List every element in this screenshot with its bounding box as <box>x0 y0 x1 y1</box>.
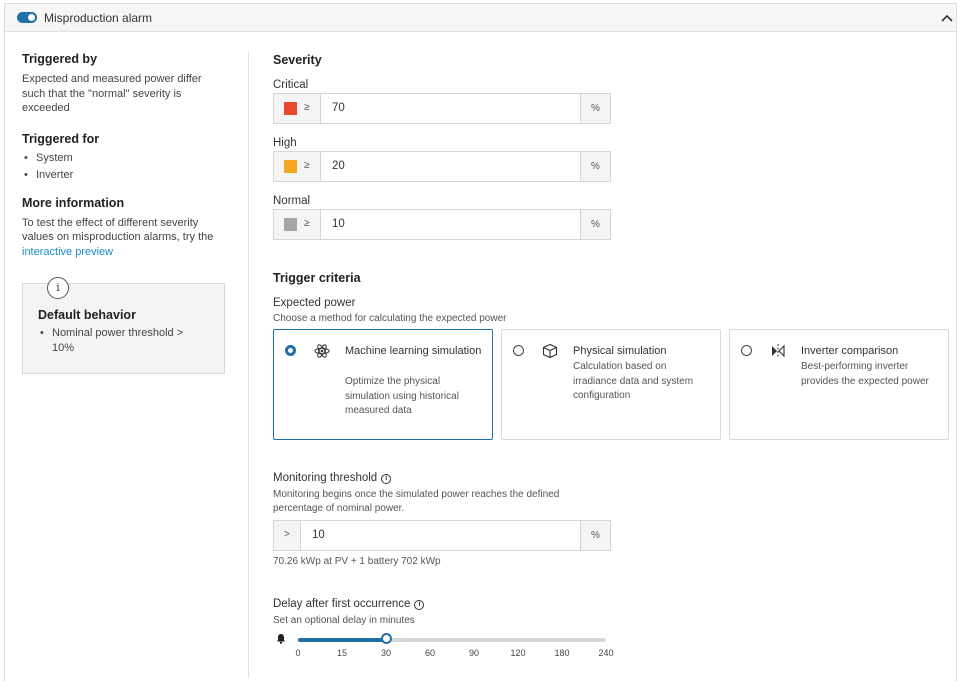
expected-power-label: Expected power <box>273 297 356 309</box>
radio-inverter-comparison[interactable] <box>741 345 752 356</box>
more-info-title: More information <box>22 195 125 210</box>
unit-label: % <box>580 94 610 123</box>
critical-color-swatch <box>284 102 297 115</box>
delay-slider-track[interactable] <box>298 638 606 642</box>
more-info-text: To test the effect of different severity… <box>22 216 214 258</box>
triggered-by-title: Triggered by <box>22 52 98 66</box>
operator-label: ≥ <box>304 102 310 113</box>
delay-label: Delay after first occurrence i <box>273 598 425 610</box>
bell-icon <box>277 634 285 644</box>
input-value[interactable]: 20 <box>332 160 345 172</box>
inverter-compare-icon <box>772 344 785 358</box>
operator-label: ≥ <box>304 160 310 171</box>
panel-title: Misproduction alarm <box>44 11 153 25</box>
method-desc: Calculation based on irradiance data and… <box>573 361 694 401</box>
slider-tick-label: 30 <box>380 648 392 658</box>
delay-slider-fill <box>298 638 386 642</box>
method-card-inverter-comparison[interactable]: Inverter comparison Best-performing inve… <box>729 329 949 440</box>
expected-power-hint: Choose a method for calculating the expe… <box>273 313 507 324</box>
trigger-criteria-title: Trigger criteria <box>273 271 361 285</box>
input-value[interactable]: 70 <box>332 102 345 114</box>
monitoring-capacity-note: 70.26 kWp at PV + 1 battery 702 kWp <box>273 556 441 567</box>
slider-tick-label: 15 <box>336 648 348 658</box>
alarm-toggle[interactable] <box>17 12 37 23</box>
severity-normal-input[interactable]: ≥ 10 % <box>273 209 611 240</box>
operator-label: ≥ <box>304 218 310 229</box>
atom-icon <box>314 344 330 358</box>
severity-title: Severity <box>273 53 322 67</box>
method-title: Physical simulation <box>573 345 667 357</box>
severity-critical-input[interactable]: ≥ 70 % <box>273 93 611 124</box>
panel-header[interactable]: Misproduction alarm <box>5 4 956 32</box>
info-icon[interactable]: i <box>381 474 392 484</box>
delay-hint: Set an optional delay in minutes <box>273 615 415 626</box>
method-desc: Best-performing inverter provides the ex… <box>801 361 929 387</box>
input-value[interactable]: 10 <box>332 218 345 230</box>
default-behavior-title: Default behavior <box>38 308 136 322</box>
info-icon[interactable]: i <box>414 600 425 610</box>
severity-normal-label: Normal <box>273 195 311 207</box>
unit-label: % <box>580 152 610 181</box>
triggered-for-list: System Inverter <box>22 150 232 184</box>
chevron-up-icon[interactable] <box>940 12 954 24</box>
slider-tick-label: 180 <box>554 648 570 658</box>
column-divider <box>248 52 249 678</box>
cube-icon <box>542 343 558 359</box>
slider-tick-label: 60 <box>424 648 436 658</box>
monitoring-threshold-hint: Monitoring begins once the simulated pow… <box>273 489 560 514</box>
method-title: Machine learning simulation <box>345 345 482 357</box>
slider-tick-label: 0 <box>295 648 301 658</box>
slider-tick-label: 240 <box>598 648 614 658</box>
list-item: Inverter <box>22 167 232 184</box>
list-item: System <box>22 150 232 167</box>
severity-high-label: High <box>273 137 297 149</box>
default-behavior-box: i Default behavior Nominal power thresho… <box>22 277 225 374</box>
unit-label: % <box>580 210 610 239</box>
severity-critical-label: Critical <box>273 79 309 91</box>
operator-label: > <box>284 529 290 540</box>
monitoring-threshold-input[interactable]: > 10 % <box>273 520 611 551</box>
delay-slider-thumb[interactable] <box>380 633 392 644</box>
slider-tick-label: 90 <box>468 648 480 658</box>
input-value[interactable]: 10 <box>312 529 325 541</box>
info-icon: i <box>47 277 69 299</box>
severity-high-input[interactable]: ≥ 20 % <box>273 151 611 182</box>
slider-tick-label: 120 <box>510 648 526 658</box>
info-column: Triggered by Expected and measured power… <box>22 48 232 259</box>
monitoring-threshold-label: Monitoring threshold i <box>273 472 392 484</box>
method-card-physical-simulation[interactable]: Physical simulation Calculation based on… <box>501 329 721 440</box>
interactive-preview-link[interactable]: interactive preview <box>22 246 113 258</box>
triggered-for-title: Triggered for <box>22 131 100 146</box>
radio-machine-learning[interactable] <box>285 345 296 356</box>
unit-label: % <box>580 521 610 550</box>
method-desc: Optimize the physical simulation using h… <box>345 376 459 416</box>
list-item: Nominal power threshold > 10% <box>38 326 208 356</box>
method-title: Inverter comparison <box>801 345 899 357</box>
normal-color-swatch <box>284 218 297 231</box>
radio-physical-simulation[interactable] <box>513 345 524 356</box>
triggered-by-text: Expected and measured power differ such … <box>22 73 202 114</box>
method-card-machine-learning[interactable]: Machine learning simulation Optimize the… <box>273 329 493 440</box>
high-color-swatch <box>284 160 297 173</box>
